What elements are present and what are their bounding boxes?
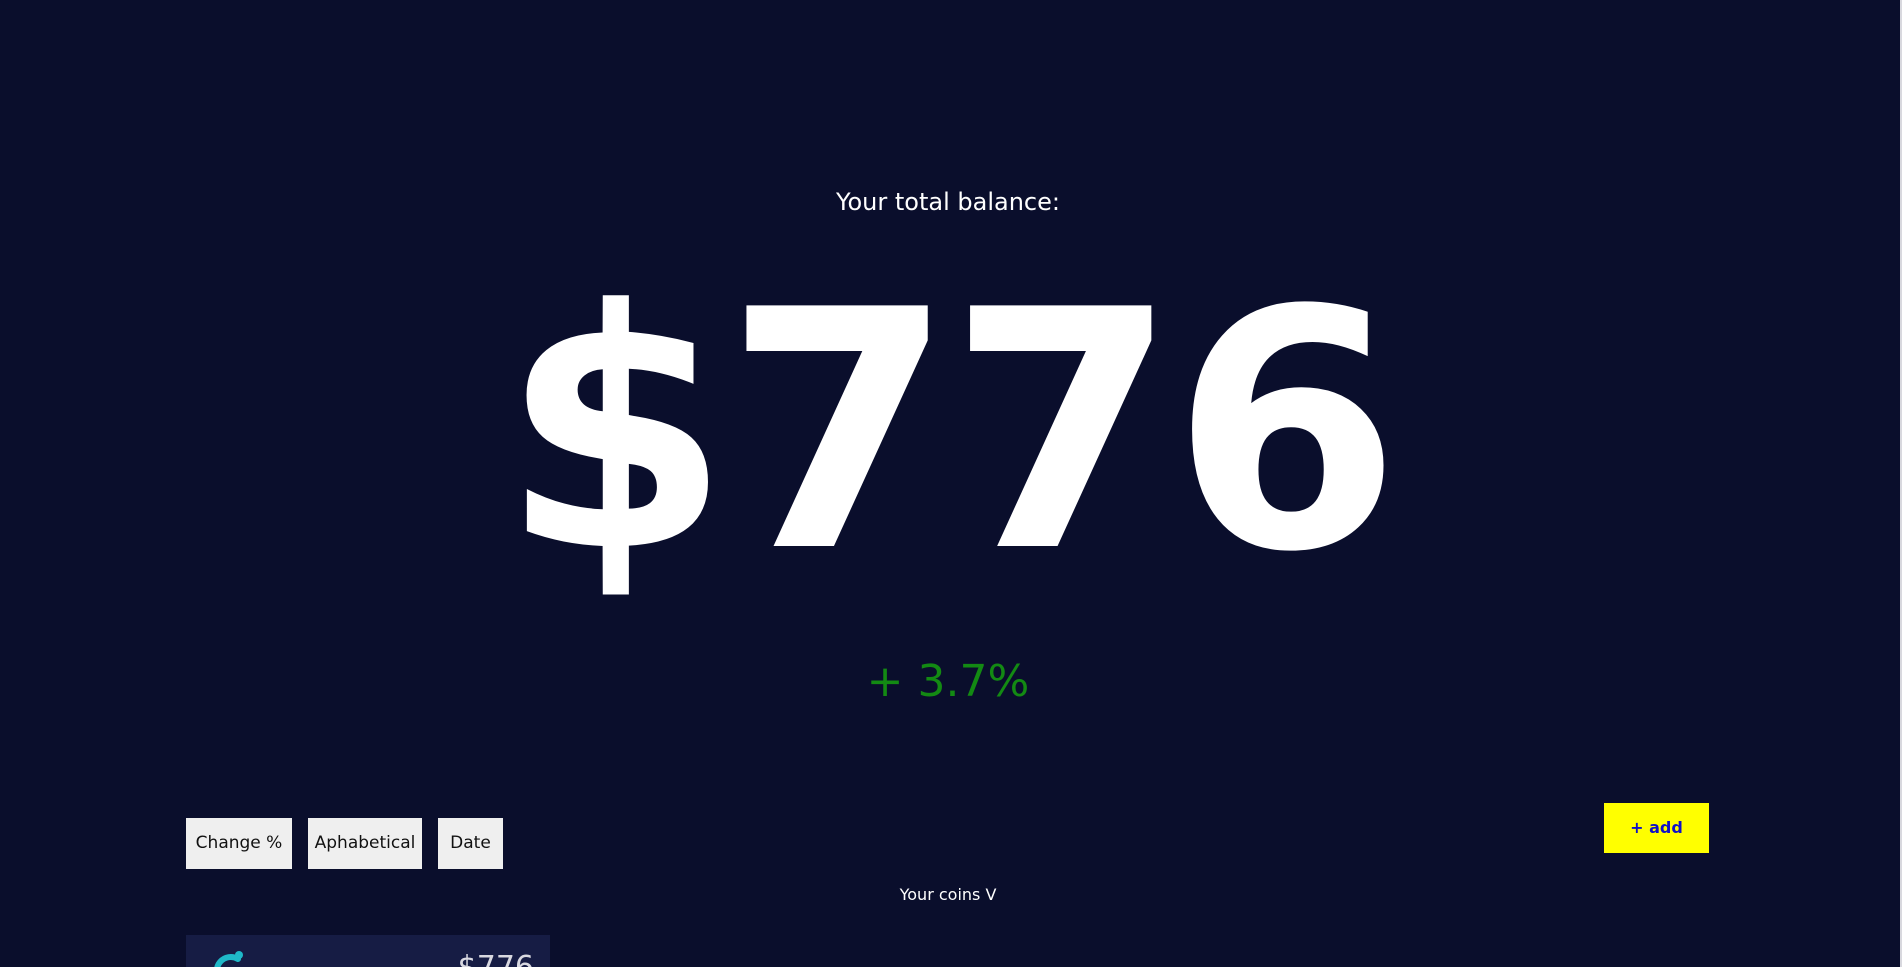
total-balance-amount: $776	[500, 240, 1401, 624]
add-coin-button[interactable]: + add	[1604, 803, 1709, 853]
page: Your total balance: $776 + 3.7% Change %…	[0, 0, 1902, 967]
coin-value: $776	[458, 951, 534, 967]
your-coins-toggle[interactable]: Your coins V	[0, 884, 1896, 906]
balance-change-percent: + 3.7%	[866, 656, 1030, 707]
balance-label: Your total balance:	[836, 188, 1060, 216]
sort-alphabetical-button[interactable]: Aphabetical	[308, 818, 422, 869]
sort-by-date-button[interactable]: Date	[438, 818, 503, 869]
sort-by-change-button[interactable]: Change %	[186, 818, 292, 869]
coin-logo-icon	[208, 949, 248, 967]
scrollbar[interactable]	[1896, 0, 1902, 967]
coin-card[interactable]: $776	[186, 935, 550, 967]
